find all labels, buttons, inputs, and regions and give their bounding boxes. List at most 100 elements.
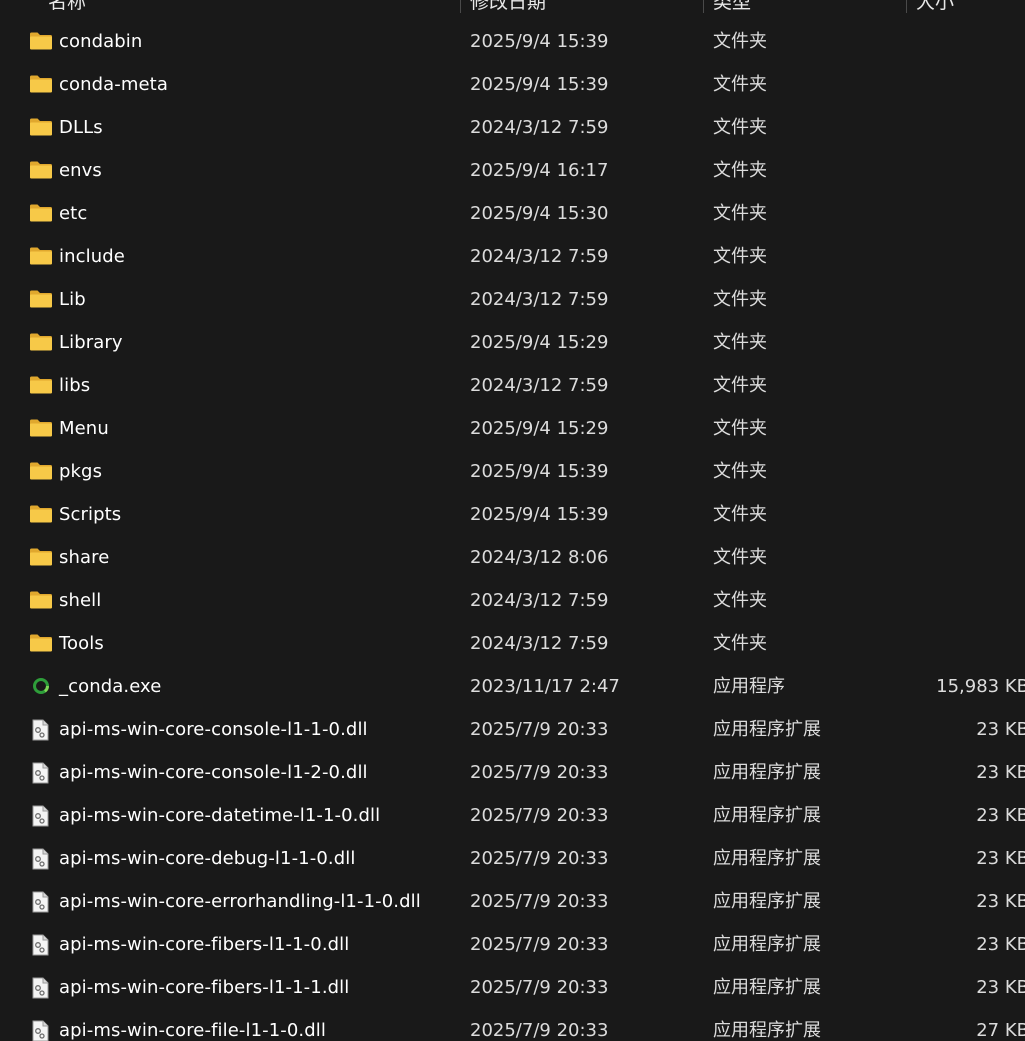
file-row[interactable]: DLLs 2024/3/12 7:59 文件夹 [0,106,1025,149]
file-row[interactable]: Library 2025/9/4 15:29 文件夹 [0,321,1025,364]
folder-icon [29,622,53,665]
file-name: api-ms-win-core-console-l1-1-0.dll [59,719,368,740]
folder-icon [29,192,53,235]
file-row[interactable]: envs 2025/9/4 16:17 文件夹 [0,149,1025,192]
column-header-name[interactable]: 名称 [48,0,86,13]
file-type: 文件夹 [713,633,767,654]
file-size: 23 KB [976,977,1025,998]
file-row[interactable]: _conda.exe 2023/11/17 2:47 应用程序 15,983 KB [0,665,1025,708]
file-size [919,493,1025,536]
file-type: 文件夹 [713,203,767,224]
file-name: _conda.exe [59,676,162,697]
column-header-size[interactable]: 大小 [916,0,954,13]
dll-icon [29,708,53,751]
folder-icon [29,364,53,407]
file-type: 应用程序扩展 [713,977,821,998]
file-row[interactable]: api-ms-win-core-fibers-l1-1-1.dll 2025/7/… [0,966,1025,1009]
file-name: DLLs [59,117,103,138]
file-date: 2025/9/4 15:39 [470,504,609,525]
folder-icon [29,235,53,278]
file-row[interactable]: api-ms-win-core-errorhandling-l1-1-0.dll… [0,880,1025,923]
file-row[interactable]: Scripts 2025/9/4 15:39 文件夹 [0,493,1025,536]
file-size [919,364,1025,407]
file-row[interactable]: api-ms-win-core-console-l1-1-0.dll 2025/7… [0,708,1025,751]
file-size [919,149,1025,192]
file-row[interactable]: libs 2024/3/12 7:59 文件夹 [0,364,1025,407]
file-name: pkgs [59,461,103,482]
column-header-bar: 名称 修改日期 类型 大小 [0,0,1025,14]
file-date: 2025/9/4 16:17 [470,160,609,181]
folder-icon [29,450,53,493]
file-date: 2025/7/9 20:33 [470,805,609,826]
file-row[interactable]: api-ms-win-core-debug-l1-1-0.dll 2025/7/9… [0,837,1025,880]
file-date: 2025/7/9 20:33 [470,934,609,955]
file-name: api-ms-win-core-debug-l1-1-0.dll [59,848,356,869]
file-date: 2025/9/4 15:39 [470,31,609,52]
dll-icon [29,794,53,837]
file-date: 2025/7/9 20:33 [470,719,609,740]
file-type: 应用程序扩展 [713,934,821,955]
file-date: 2024/3/12 7:59 [470,117,609,138]
column-separator[interactable] [460,0,461,13]
file-date: 2024/3/12 7:59 [470,246,609,267]
file-date: 2024/3/12 7:59 [470,375,609,396]
folder-icon [29,278,53,321]
file-date: 2025/9/4 15:39 [470,74,609,95]
file-size [919,192,1025,235]
file-row[interactable]: conda-meta 2025/9/4 15:39 文件夹 [0,63,1025,106]
file-type: 文件夹 [713,117,767,138]
file-list: condabin 2025/9/4 15:39 文件夹 conda-meta 2025/… [0,20,1025,1041]
folder-icon [29,106,53,149]
file-type: 应用程序扩展 [713,891,821,912]
folder-icon [29,63,53,106]
file-date: 2025/9/4 15:30 [470,203,609,224]
file-name: Scripts [59,504,122,525]
dll-icon [29,751,53,794]
file-type: 文件夹 [713,246,767,267]
file-name: libs [59,375,91,396]
file-row[interactable]: api-ms-win-core-datetime-l1-1-0.dll 2025/… [0,794,1025,837]
file-name: Tools [59,633,104,654]
file-name: api-ms-win-core-fibers-l1-1-1.dll [59,977,350,998]
file-size: 27 KB [976,1020,1025,1041]
folder-icon [29,407,53,450]
file-date: 2024/3/12 7:59 [470,590,609,611]
file-name: Lib [59,289,86,310]
file-date: 2025/7/9 20:33 [470,977,609,998]
file-type: 应用程序扩展 [713,1020,821,1041]
file-row[interactable]: Lib 2024/3/12 7:59 文件夹 [0,278,1025,321]
file-size: 23 KB [976,891,1025,912]
file-row[interactable]: api-ms-win-core-file-l1-1-0.dll 2025/7/9 … [0,1009,1025,1041]
file-date: 2023/11/17 2:47 [470,676,620,697]
file-row[interactable]: etc 2025/9/4 15:30 文件夹 [0,192,1025,235]
file-row[interactable]: Menu 2025/9/4 15:29 文件夹 [0,407,1025,450]
file-row[interactable]: condabin 2025/9/4 15:39 文件夹 [0,20,1025,63]
dll-icon [29,837,53,880]
column-header-date[interactable]: 修改日期 [470,0,546,13]
file-size: 23 KB [976,762,1025,783]
dll-icon [29,880,53,923]
file-name: include [59,246,125,267]
file-row[interactable]: pkgs 2025/9/4 15:39 文件夹 [0,450,1025,493]
column-separator[interactable] [703,0,704,13]
file-date: 2024/3/12 8:06 [470,547,609,568]
file-name: Menu [59,418,109,439]
file-type: 文件夹 [713,375,767,396]
column-separator[interactable] [906,0,907,13]
file-size [919,321,1025,364]
file-name: etc [59,203,88,224]
dll-icon [29,1009,53,1041]
file-row[interactable]: share 2024/3/12 8:06 文件夹 [0,536,1025,579]
file-name: envs [59,160,102,181]
file-type: 应用程序扩展 [713,848,821,869]
file-row[interactable]: shell 2024/3/12 7:59 文件夹 [0,579,1025,622]
file-row[interactable]: Tools 2024/3/12 7:59 文件夹 [0,622,1025,665]
file-size [919,579,1025,622]
file-name: api-ms-win-core-errorhandling-l1-1-0.dll [59,891,421,912]
file-row[interactable]: api-ms-win-core-fibers-l1-1-0.dll 2025/7/… [0,923,1025,966]
file-name: shell [59,590,102,611]
file-row[interactable]: include 2024/3/12 7:59 文件夹 [0,235,1025,278]
column-header-type[interactable]: 类型 [713,0,751,13]
file-date: 2025/9/4 15:29 [470,332,609,353]
file-row[interactable]: api-ms-win-core-console-l1-2-0.dll 2025/7… [0,751,1025,794]
